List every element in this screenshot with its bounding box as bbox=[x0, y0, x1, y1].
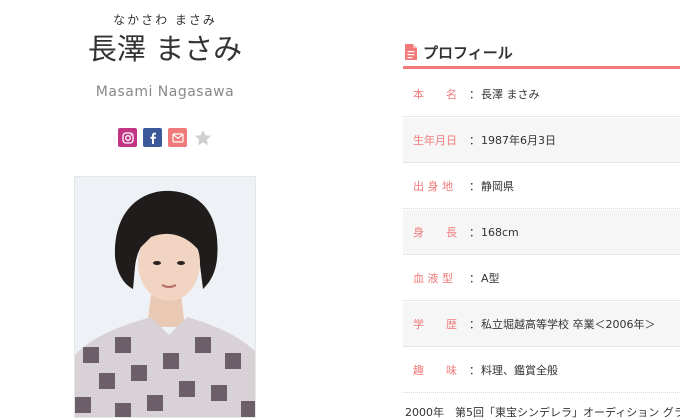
profile-row-hobby: 趣 味 ： 料理、鑑賞全般 bbox=[403, 348, 680, 393]
facebook-button[interactable] bbox=[143, 128, 162, 147]
profile-row-education: 学 歴 ： 私立堀越高等学校 卒業＜2006年＞ bbox=[403, 302, 680, 347]
row-colon: ： bbox=[469, 88, 480, 101]
social-links bbox=[118, 128, 213, 147]
row-colon: ： bbox=[469, 272, 480, 285]
row-value: 料理、鑑賞全般 bbox=[481, 364, 558, 377]
mail-icon bbox=[171, 132, 184, 143]
document-icon bbox=[405, 44, 417, 60]
favorite-button[interactable] bbox=[193, 128, 213, 147]
profile-row-blood-type: 血 液 型 ： A型 bbox=[403, 256, 680, 301]
profile-photo bbox=[74, 176, 256, 418]
row-label: 身 長 bbox=[413, 226, 457, 239]
instagram-icon bbox=[121, 131, 134, 144]
row-value: 長澤 まさみ bbox=[481, 88, 540, 101]
star-icon bbox=[195, 129, 211, 145]
facebook-icon bbox=[149, 132, 156, 144]
section-title: プロフィール bbox=[423, 44, 513, 62]
profile-left-column: なかさわ まさみ 長澤 まさみ Masami Nagasawa bbox=[0, 0, 330, 418]
row-colon: ： bbox=[469, 364, 480, 377]
row-label: 血 液 型 bbox=[413, 272, 453, 285]
row-value: 私立堀越高等学校 卒業＜2006年＞ bbox=[481, 318, 656, 331]
profile-row-name: 本 名 ： 長澤 まさみ bbox=[403, 72, 680, 117]
mail-button[interactable] bbox=[168, 128, 187, 147]
row-colon: ： bbox=[469, 226, 480, 239]
profile-row-height: 身 長 ： 168cm bbox=[403, 210, 680, 255]
row-label: 趣 味 bbox=[413, 364, 457, 377]
profile-right-column: プロフィール 本 名 ： 長澤 まさみ 生年月日 ： 1987年6月3日 出 身… bbox=[403, 0, 680, 418]
name-english: Masami Nagasawa bbox=[95, 84, 235, 100]
row-value: 168cm bbox=[481, 225, 519, 239]
profile-table: 本 名 ： 長澤 まさみ 生年月日 ： 1987年6月3日 出 身 地 ： 静岡… bbox=[403, 72, 680, 394]
row-colon: ： bbox=[469, 134, 480, 147]
name-japanese: 長澤 まさみ bbox=[87, 32, 243, 66]
row-label: 出 身 地 bbox=[413, 180, 453, 193]
profile-row-birthday: 生年月日 ： 1987年6月3日 bbox=[403, 118, 680, 163]
row-value: 静岡県 bbox=[481, 180, 514, 193]
profile-section-header: プロフィール bbox=[403, 40, 680, 69]
instagram-button[interactable] bbox=[118, 128, 137, 147]
row-value: A型 bbox=[481, 272, 500, 285]
row-colon: ： bbox=[469, 180, 480, 193]
row-value: 1987年6月3日 bbox=[481, 134, 556, 147]
profile-row-birthplace: 出 身 地 ： 静岡県 bbox=[403, 164, 680, 209]
row-colon: ： bbox=[469, 318, 480, 331]
row-label: 学 歴 bbox=[413, 318, 457, 331]
row-label: 生年月日 bbox=[413, 134, 457, 147]
portrait-image bbox=[75, 177, 255, 417]
row-label: 本 名 bbox=[413, 88, 457, 101]
